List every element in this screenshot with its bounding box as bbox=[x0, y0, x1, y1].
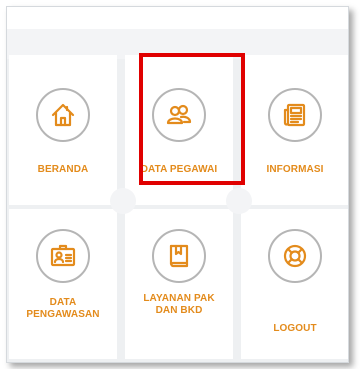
menu-icon-circle bbox=[36, 88, 90, 142]
menu-tile-data-pegawai[interactable]: DATA PEGAWAI bbox=[125, 55, 233, 205]
connector-dot bbox=[226, 188, 252, 214]
menu-label-line: PENGAWASAN bbox=[26, 309, 100, 320]
menu-label: DATA PENGAWASAN bbox=[9, 297, 117, 321]
menu-icon-circle bbox=[152, 88, 206, 142]
lifebuoy-icon bbox=[283, 244, 307, 268]
app-screen: BERANDA DATA PEGAWAI INFORMASI DATA PENG… bbox=[0, 0, 360, 369]
menu-label: LOGOUT bbox=[273, 323, 317, 334]
menu-tile-data-pengawasan[interactable]: DATA PENGAWASAN bbox=[9, 209, 117, 359]
menu-tile-beranda[interactable]: BERANDA bbox=[9, 55, 117, 205]
home-icon bbox=[51, 103, 75, 127]
menu-icon-circle bbox=[268, 229, 322, 283]
menu-label-line: LAYANAN PAK bbox=[143, 293, 215, 304]
menu-label: DATA PEGAWAI bbox=[140, 164, 218, 175]
menu-icon-circle bbox=[268, 88, 322, 142]
menu-label-line: DAN BKD bbox=[155, 305, 203, 316]
top-bar bbox=[7, 7, 348, 29]
book-icon bbox=[169, 244, 189, 268]
menu-panel: BERANDA DATA PEGAWAI INFORMASI DATA PENG… bbox=[6, 6, 349, 363]
menu-label: INFORMASI bbox=[266, 164, 324, 175]
menu-icon-circle bbox=[152, 229, 206, 283]
users-icon bbox=[166, 104, 192, 125]
id-card-icon bbox=[50, 244, 76, 267]
menu-label: BERANDA bbox=[37, 164, 89, 175]
menu-tile-informasi[interactable]: INFORMASI bbox=[241, 55, 348, 205]
connector-dot bbox=[110, 188, 136, 214]
news-icon bbox=[283, 103, 306, 127]
menu-tile-layanan-pak[interactable]: LAYANAN PAK DAN BKD bbox=[125, 209, 233, 359]
menu-label: LAYANAN PAK DAN BKD bbox=[125, 293, 233, 317]
menu-tile-logout[interactable]: LOGOUT bbox=[241, 209, 348, 359]
menu-label-line: DATA bbox=[49, 297, 77, 308]
menu-icon-circle bbox=[36, 229, 90, 283]
